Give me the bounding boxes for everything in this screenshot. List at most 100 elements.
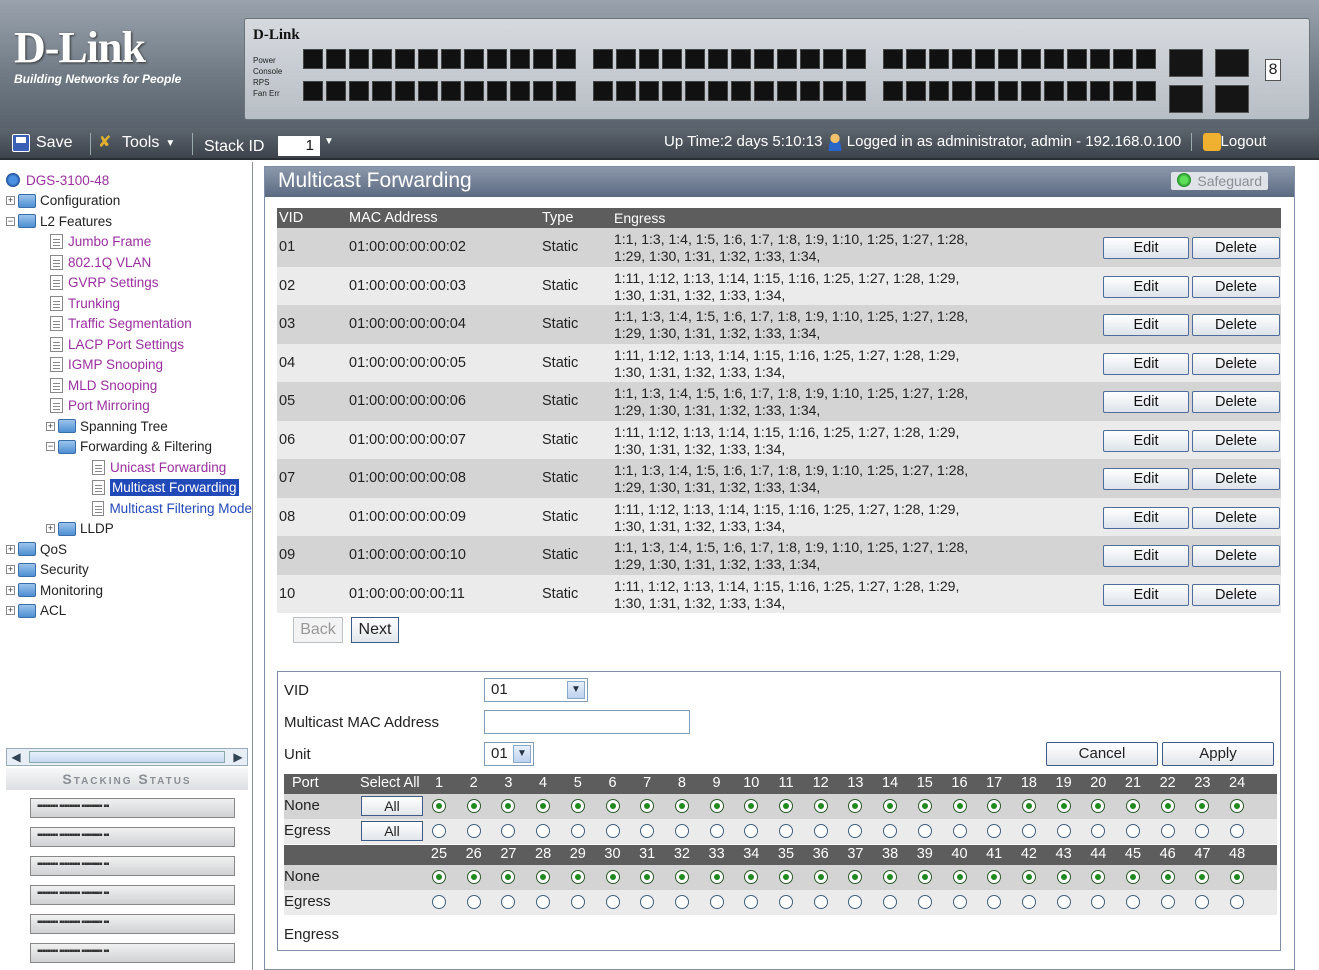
- select-all-egress-button[interactable]: All: [361, 821, 423, 841]
- egress-radio[interactable]: [1021, 895, 1036, 909]
- none-radio[interactable]: [466, 870, 481, 884]
- delete-button[interactable]: Delete: [1192, 583, 1280, 606]
- stack-id-select[interactable]: 1: [278, 136, 320, 156]
- chevron-down-icon[interactable]: ▼: [513, 745, 531, 763]
- tree-trunking[interactable]: Trunking: [6, 293, 252, 314]
- tree-unicast-forwarding[interactable]: Unicast Forwarding: [6, 457, 252, 478]
- egress-radio[interactable]: [640, 895, 655, 909]
- none-radio[interactable]: [536, 870, 551, 884]
- none-radio[interactable]: [432, 870, 446, 884]
- edit-button[interactable]: Edit: [1103, 275, 1189, 298]
- egress-radio[interactable]: [779, 824, 793, 838]
- egress-radio[interactable]: [466, 895, 481, 909]
- scroll-left-icon[interactable]: ◀: [7, 749, 25, 765]
- egress-radio[interactable]: [952, 824, 967, 838]
- none-radio[interactable]: [779, 870, 793, 884]
- none-radio[interactable]: [1195, 870, 1210, 884]
- scrollbar-thumb[interactable]: [29, 751, 225, 763]
- egress-radio[interactable]: [674, 895, 689, 909]
- delete-button[interactable]: Delete: [1192, 352, 1280, 375]
- none-radio[interactable]: [1056, 799, 1071, 813]
- collapse-icon[interactable]: −: [6, 216, 15, 226]
- egress-radio[interactable]: [674, 824, 689, 838]
- apply-button[interactable]: Apply: [1162, 742, 1274, 766]
- egress-radio[interactable]: [917, 895, 932, 909]
- expand-icon[interactable]: +: [6, 565, 15, 575]
- chevron-down-icon[interactable]: ▼: [324, 136, 334, 147]
- none-radio[interactable]: [779, 799, 793, 813]
- none-radio[interactable]: [1195, 799, 1210, 813]
- stack-unit[interactable]: [30, 827, 235, 847]
- cancel-button[interactable]: Cancel: [1046, 742, 1158, 766]
- egress-radio[interactable]: [952, 895, 967, 909]
- tools-menu[interactable]: ✘ Tools ▼: [98, 134, 175, 152]
- next-button[interactable]: Next: [351, 617, 399, 643]
- none-radio[interactable]: [466, 799, 481, 813]
- none-radio[interactable]: [883, 870, 898, 884]
- none-radio[interactable]: [640, 799, 655, 813]
- edit-button[interactable]: Edit: [1103, 391, 1189, 413]
- egress-radio[interactable]: [432, 824, 446, 838]
- edit-button[interactable]: Edit: [1103, 545, 1189, 567]
- tree-monitoring[interactable]: + Monitoring: [6, 580, 252, 601]
- delete-button[interactable]: Delete: [1192, 391, 1280, 413]
- egress-radio[interactable]: [1160, 824, 1175, 838]
- egress-radio[interactable]: [848, 895, 863, 909]
- collapse-icon[interactable]: −: [46, 442, 55, 452]
- tree-traffic-segmentation[interactable]: Traffic Segmentation: [6, 314, 252, 335]
- delete-button[interactable]: Delete: [1192, 237, 1280, 259]
- egress-radio[interactable]: [883, 895, 898, 909]
- tree-multicast-forwarding[interactable]: Multicast Forwarding: [6, 478, 252, 499]
- none-radio[interactable]: [813, 870, 828, 884]
- egress-radio[interactable]: [536, 824, 551, 838]
- none-radio[interactable]: [744, 799, 759, 813]
- none-radio[interactable]: [1160, 870, 1175, 884]
- expand-icon[interactable]: +: [6, 606, 15, 616]
- tree-lacp-port-settings[interactable]: LACP Port Settings: [6, 334, 252, 355]
- egress-radio[interactable]: [605, 824, 620, 838]
- tree-acl[interactable]: + ACL: [6, 601, 252, 622]
- none-radio[interactable]: [605, 799, 620, 813]
- tree-8021q-vlan[interactable]: 802.1Q VLAN: [6, 252, 252, 273]
- egress-radio[interactable]: [813, 895, 828, 909]
- tree-qos[interactable]: + QoS: [6, 539, 252, 560]
- tree-root[interactable]: DGS-3100-48: [6, 170, 252, 191]
- edit-button[interactable]: Edit: [1103, 352, 1189, 375]
- tree-spanning-tree[interactable]: + Spanning Tree: [6, 416, 252, 437]
- egress-radio[interactable]: [1091, 824, 1106, 838]
- none-radio[interactable]: [813, 799, 828, 813]
- tree-gvrp-settings[interactable]: GVRP Settings: [6, 273, 252, 294]
- tree-port-mirroring[interactable]: Port Mirroring: [6, 396, 252, 417]
- tree-mld-snooping[interactable]: MLD Snooping: [6, 375, 252, 396]
- egress-radio[interactable]: [813, 824, 828, 838]
- none-radio[interactable]: [709, 870, 724, 884]
- delete-button[interactable]: Delete: [1192, 468, 1280, 490]
- none-radio[interactable]: [570, 870, 585, 884]
- egress-radio[interactable]: [1230, 895, 1245, 909]
- none-radio[interactable]: [605, 870, 620, 884]
- save-button[interactable]: Save: [12, 134, 72, 152]
- egress-radio[interactable]: [779, 895, 793, 909]
- edit-button[interactable]: Edit: [1103, 429, 1189, 452]
- egress-radio[interactable]: [501, 824, 516, 838]
- edit-button[interactable]: Edit: [1103, 506, 1189, 529]
- edit-button[interactable]: Edit: [1103, 314, 1189, 336]
- expand-icon[interactable]: +: [46, 524, 55, 534]
- egress-radio[interactable]: [987, 895, 1002, 909]
- none-radio[interactable]: [1126, 870, 1140, 884]
- tree-lldp[interactable]: + LLDP: [6, 519, 252, 540]
- edit-button[interactable]: Edit: [1103, 237, 1189, 259]
- vid-select[interactable]: 01 ▼: [484, 678, 588, 702]
- egress-radio[interactable]: [917, 824, 932, 838]
- none-radio[interactable]: [1021, 799, 1036, 813]
- tree-security[interactable]: + Security: [6, 560, 252, 581]
- egress-radio[interactable]: [501, 895, 516, 909]
- select-all-none-button[interactable]: All: [361, 796, 423, 816]
- egress-radio[interactable]: [640, 824, 655, 838]
- none-radio[interactable]: [1056, 870, 1071, 884]
- edit-button[interactable]: Edit: [1103, 583, 1189, 606]
- egress-radio[interactable]: [744, 895, 759, 909]
- none-radio[interactable]: [1091, 799, 1106, 813]
- none-radio[interactable]: [917, 870, 932, 884]
- expand-icon[interactable]: +: [6, 544, 15, 554]
